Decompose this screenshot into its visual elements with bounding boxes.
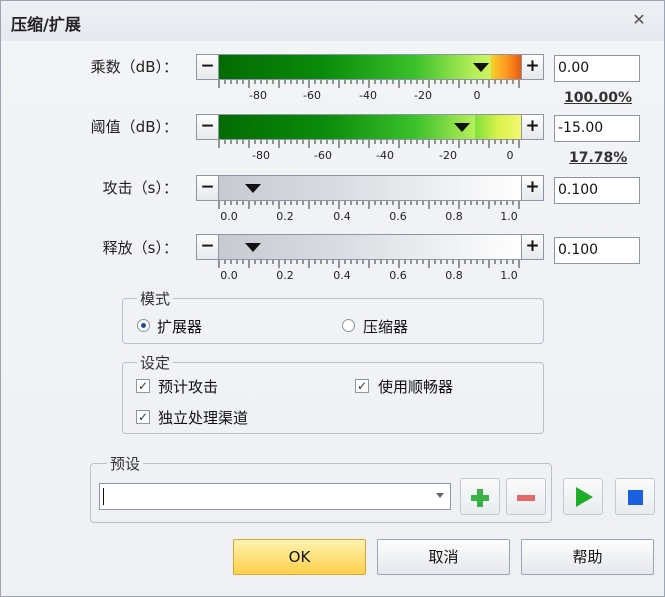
attack-label: 攻击（s）： bbox=[102, 179, 178, 197]
cancel-button[interactable]: 取消 bbox=[377, 539, 510, 575]
release-tick: 0.6 bbox=[389, 269, 407, 282]
use-smoother-label[interactable]: 使用顺畅器 bbox=[378, 376, 453, 397]
multiplier-tick-labels: -80 -60 -40 -20 0 bbox=[218, 89, 520, 103]
release-tick: 0.4 bbox=[333, 269, 351, 282]
use-smoother-checkbox[interactable]: ✓ bbox=[355, 379, 369, 393]
multiplier-value-input[interactable]: 0.00 bbox=[554, 55, 640, 82]
independent-channels-checkbox[interactable]: ✓ bbox=[136, 410, 150, 424]
attack-tick: 0.0 bbox=[220, 210, 238, 223]
threshold-tick: -20 bbox=[439, 149, 457, 162]
release-tick: 0.2 bbox=[276, 269, 294, 282]
threshold-value-input[interactable]: -15.00 bbox=[554, 115, 640, 142]
add-preset-icon[interactable] bbox=[460, 478, 500, 515]
mode-group-title: 模式 bbox=[137, 288, 174, 309]
release-value-input[interactable]: 0.100 bbox=[554, 237, 640, 264]
release-track[interactable] bbox=[219, 235, 521, 259]
multiplier-tick: -80 bbox=[249, 89, 267, 102]
multiplier-track[interactable] bbox=[219, 55, 521, 79]
threshold-label: 阈值（dB）： bbox=[90, 118, 178, 136]
predict-attack-label[interactable]: 预计攻击 bbox=[158, 376, 218, 397]
play-icon[interactable] bbox=[563, 478, 603, 515]
attack-tick: 0.6 bbox=[389, 210, 407, 223]
close-icon[interactable]: ✕ bbox=[630, 11, 648, 29]
threshold-thumb[interactable] bbox=[454, 123, 470, 132]
attack-decrease-button[interactable]: − bbox=[197, 176, 219, 200]
compress-expand-dialog: 压缩/扩展 ✕ 乘数（dB）： − + -80 -60 -40 -20 0 0.… bbox=[0, 0, 665, 597]
attack-tick: 0.4 bbox=[333, 210, 351, 223]
independent-channels-label[interactable]: 独立处理渠道 bbox=[158, 407, 248, 428]
threshold-percent[interactable]: 17.78% bbox=[569, 150, 627, 166]
multiplier-slider[interactable]: − + bbox=[196, 54, 544, 80]
remove-preset-icon[interactable] bbox=[506, 478, 546, 515]
release-tick-labels: 0.0 0.2 0.4 0.6 0.8 1.0 bbox=[218, 269, 520, 283]
multiplier-label: 乘数（dB）： bbox=[90, 58, 178, 76]
threshold-tick-labels: -80 -60 -40 -20 0 bbox=[218, 149, 520, 163]
threshold-decrease-button[interactable]: − bbox=[197, 115, 219, 139]
attack-thumb[interactable] bbox=[245, 184, 261, 193]
mode-compressor-radio[interactable] bbox=[342, 319, 355, 332]
attack-slider[interactable]: − + bbox=[196, 175, 544, 201]
multiplier-decrease-button[interactable]: − bbox=[197, 55, 219, 79]
settings-group-title: 设定 bbox=[137, 352, 174, 373]
presets-group-title: 预设 bbox=[107, 453, 144, 474]
multiplier-level-meter bbox=[491, 55, 521, 79]
multiplier-tick: -20 bbox=[414, 89, 432, 102]
threshold-tick: -60 bbox=[314, 149, 332, 162]
release-decrease-button[interactable]: − bbox=[197, 235, 219, 259]
threshold-level-meter bbox=[475, 115, 521, 139]
attack-tick-labels: 0.0 0.2 0.4 0.6 0.8 1.0 bbox=[218, 210, 520, 224]
release-thumb[interactable] bbox=[245, 243, 261, 252]
predict-attack-checkbox[interactable]: ✓ bbox=[136, 379, 150, 393]
title-bar: 压缩/扩展 ✕ bbox=[1, 1, 664, 41]
multiplier-tick: -40 bbox=[359, 89, 377, 102]
threshold-increase-button[interactable]: + bbox=[521, 115, 543, 139]
ok-button[interactable]: OK bbox=[233, 539, 366, 575]
threshold-tick: -40 bbox=[376, 149, 394, 162]
multiplier-tick: 0 bbox=[473, 89, 481, 102]
help-button[interactable]: 帮助 bbox=[521, 539, 654, 575]
multiplier-thumb[interactable] bbox=[473, 63, 489, 72]
mode-expander-radio[interactable] bbox=[137, 319, 150, 332]
release-increase-button[interactable]: + bbox=[521, 235, 543, 259]
multiplier-increase-button[interactable]: + bbox=[521, 55, 543, 79]
mode-expander-label[interactable]: 扩展器 bbox=[157, 316, 202, 337]
attack-value-input[interactable]: 0.100 bbox=[554, 177, 640, 204]
threshold-tick: 0 bbox=[506, 149, 514, 162]
chevron-down-icon[interactable] bbox=[436, 493, 444, 498]
attack-tick: 1.0 bbox=[500, 210, 518, 223]
dialog-title: 压缩/扩展 bbox=[11, 15, 81, 34]
release-slider[interactable]: − + bbox=[196, 234, 544, 260]
release-label: 释放（s）： bbox=[102, 239, 178, 257]
attack-tick: 0.8 bbox=[445, 210, 463, 223]
stop-icon[interactable] bbox=[615, 478, 655, 515]
multiplier-percent[interactable]: 100.00% bbox=[564, 90, 632, 106]
attack-tick: 0.2 bbox=[276, 210, 294, 223]
attack-increase-button[interactable]: + bbox=[521, 176, 543, 200]
threshold-track[interactable] bbox=[219, 115, 521, 139]
release-tick: 1.0 bbox=[500, 269, 518, 282]
attack-track[interactable] bbox=[219, 176, 521, 200]
mode-compressor-label[interactable]: 压缩器 bbox=[363, 316, 408, 337]
multiplier-tick: -60 bbox=[303, 89, 321, 102]
preset-combo[interactable] bbox=[99, 483, 451, 510]
release-tick: 0.8 bbox=[445, 269, 463, 282]
threshold-slider[interactable]: − + bbox=[196, 114, 544, 140]
text-caret bbox=[103, 488, 104, 505]
threshold-tick: -80 bbox=[252, 149, 270, 162]
release-tick: 0.0 bbox=[220, 269, 238, 282]
